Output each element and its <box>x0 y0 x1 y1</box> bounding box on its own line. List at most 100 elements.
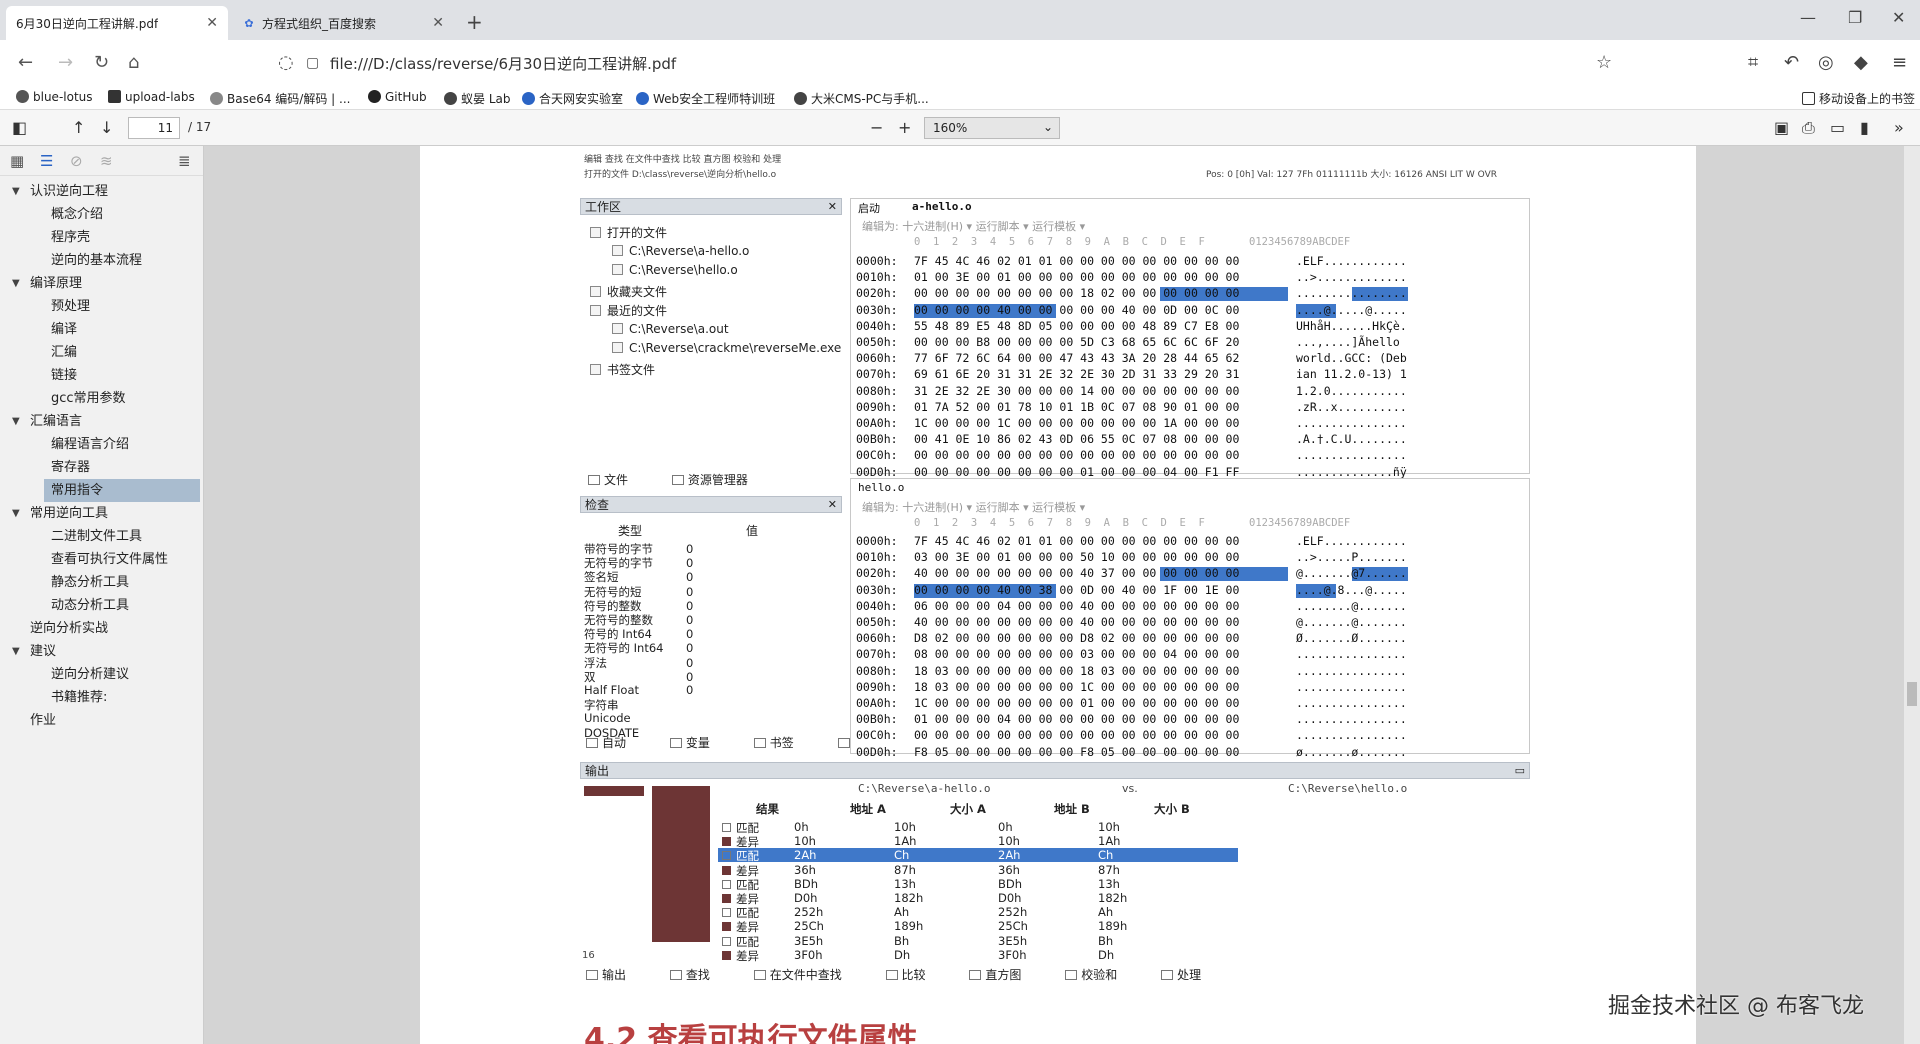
maximize-icon[interactable]: ▭ <box>1515 763 1525 779</box>
back-arrow-icon[interactable]: ← <box>18 52 33 73</box>
hex-row[interactable]: 0090h: 01 7A 52 00 01 78 10 01 1B 0C 07 0… <box>856 400 1407 416</box>
outline-item[interactable]: 程序壳 <box>0 226 204 249</box>
window-close-button[interactable]: ✕ <box>1892 8 1905 27</box>
hex-row[interactable]: 00C0h: 00 00 00 00 00 00 00 00 00 00 00 0… <box>856 728 1407 744</box>
hex-row[interactable]: 0070h: 69 61 6E 20 31 31 2E 32 2E 30 2D 3… <box>856 367 1407 383</box>
outline-item[interactable]: ▼ 建议 <box>0 640 204 663</box>
expand-triangle-icon[interactable]: ▼ <box>12 410 20 433</box>
menu-icon[interactable]: ≡ <box>1892 52 1907 73</box>
workspace-item[interactable]: 最近的文件 <box>590 302 667 319</box>
hex-row[interactable]: 0040h: 55 48 89 E5 48 8D 05 00 00 00 00 4… <box>856 319 1407 335</box>
workspace-item[interactable]: C:\Reverse\hello.o <box>612 263 738 277</box>
previous-page-icon[interactable]: ↑ <box>72 118 85 137</box>
bookmark-blue-lotus[interactable]: blue-lotus <box>16 90 93 104</box>
expand-triangle-icon[interactable]: ▼ <box>12 272 20 295</box>
outline-item[interactable]: ▼ 编译原理 <box>0 272 204 295</box>
tab-pdf[interactable]: 6月30日逆向工程讲解.pdf ✕ <box>6 6 228 40</box>
expand-triangle-icon[interactable]: ▼ <box>12 180 20 203</box>
outline-item[interactable]: 概念介绍 <box>0 203 204 226</box>
workspace-item[interactable]: 打开的文件 <box>590 224 667 241</box>
hex-row[interactable]: 0080h: 18 03 00 00 00 00 00 00 18 03 00 0… <box>856 664 1407 680</box>
bookmark-web-security[interactable]: Web安全工程师特训班 <box>636 90 775 107</box>
close-icon[interactable]: ✕ <box>206 15 218 31</box>
outline-item[interactable]: 作业 <box>0 709 204 732</box>
hex-row[interactable]: 0060h: 77 6F 72 6C 64 00 00 47 43 43 3A 2… <box>856 351 1407 367</box>
tab-histogram[interactable]: 直方图 <box>969 968 1041 982</box>
tab-baidu-search[interactable]: ✿ 方程式组织_百度搜索 ✕ <box>232 6 454 40</box>
forward-arrow-icon[interactable]: → <box>58 52 73 73</box>
inspector-row[interactable]: 双0 <box>584 669 693 684</box>
inspector-row[interactable]: 浮法 0 <box>584 655 693 670</box>
tab-find[interactable]: 查找 <box>669 968 730 982</box>
tab-start[interactable]: 启动 <box>858 200 880 216</box>
inspector-row[interactable]: 签名短 0 <box>584 569 693 584</box>
hex-row[interactable]: 0030h: 00 00 00 00 40 00 38 00 0D 00 40 0… <box>856 583 1407 599</box>
vertical-scrollbar[interactable] <box>1904 146 1920 1044</box>
undo-icon[interactable]: ↶ <box>1784 52 1799 73</box>
tab-bookmarks[interactable]: 书签 <box>753 736 814 750</box>
compare-row[interactable]: 匹配 2Ah Ch 2Ah Ch <box>718 848 1238 863</box>
print-icon[interactable]: ⎙ <box>1802 118 1815 138</box>
layers-icon[interactable]: ≋ <box>100 152 113 170</box>
hex-row[interactable]: 0000h: 7F 45 4C 46 02 01 01 00 00 00 00 0… <box>856 534 1407 550</box>
zoom-in-icon[interactable]: + <box>898 118 911 137</box>
crop-icon[interactable]: ⌗ <box>1748 52 1758 73</box>
zoom-select[interactable]: 160% ⌄ <box>924 117 1060 139</box>
hex-toolbar[interactable]: 编辑为: 十六进制(H) ▾ 运行脚本 ▾ 运行模板 ▾ <box>862 218 1085 234</box>
workspace-item[interactable]: C:\Reverse\crackme\reverseMe.exe <box>612 341 841 355</box>
next-page-icon[interactable]: ↓ <box>100 118 113 137</box>
bookmark-hetian[interactable]: 合天网安实验室 <box>522 90 623 107</box>
compare-row[interactable]: 差异 D0h 182h D0h 182h <box>718 891 1238 906</box>
hex-row[interactable]: 00B0h: 00 41 0E 10 86 02 43 0D 06 55 0C 0… <box>856 432 1407 448</box>
hex-row[interactable]: 0060h: D8 02 00 00 00 00 00 00 D8 02 00 0… <box>856 631 1407 647</box>
outline-item[interactable]: 查看可执行文件属性 <box>0 548 204 571</box>
tab-explorer[interactable]: 资源管理器 <box>671 473 768 487</box>
more-tools-icon[interactable]: » <box>1894 118 1904 137</box>
hex-row[interactable]: 0000h: 7F 45 4C 46 02 01 01 00 00 00 00 0… <box>856 254 1407 270</box>
outline-item[interactable]: gcc常用参数 <box>0 387 204 410</box>
workspace-item[interactable]: C:\Reverse\a-hello.o <box>612 244 749 258</box>
outline-item[interactable]: 逆向分析实战 <box>0 617 204 640</box>
hex-row[interactable]: 00B0h: 01 00 00 00 04 00 00 00 00 00 00 0… <box>856 712 1407 728</box>
compare-row[interactable]: 匹配 252h Ah 252h Ah <box>718 905 1238 920</box>
outline-item[interactable]: ▼ 常用逆向工具 <box>0 502 204 525</box>
thumbnails-icon[interactable]: ▦ <box>10 152 24 170</box>
outline-item[interactable]: ▼ 认识逆向工程 <box>0 180 204 203</box>
attachments-icon[interactable]: ⊘ <box>70 152 83 170</box>
compare-row[interactable]: 匹配 BDh 13h BDh 13h <box>718 877 1238 892</box>
shield-extension-icon[interactable]: ◆ <box>1854 52 1868 73</box>
compare-row[interactable]: 差异 10h 1Ah 10h 1Ah <box>718 834 1238 849</box>
tab-a-hello[interactable]: a-hello.o <box>912 200 972 213</box>
inspector-row[interactable]: 符号的 Int64 0 <box>584 626 693 641</box>
restore-button[interactable]: ❐ <box>1848 8 1862 27</box>
bookmark-github[interactable]: GitHub <box>368 90 427 104</box>
hex-toolbar[interactable]: 编辑为: 十六进制(H) ▾ 运行脚本 ▾ 运行模板 ▾ <box>862 499 1085 515</box>
outline-item[interactable]: 逆向分析建议 <box>0 663 204 686</box>
toggle-sidebar-icon[interactable]: ◧ <box>12 118 27 137</box>
hex-row[interactable]: 0070h: 08 00 00 00 00 00 00 00 03 00 00 0… <box>856 647 1407 663</box>
compare-row[interactable]: 差异 36h 87h 36h 87h <box>718 863 1238 878</box>
inspector-row[interactable]: 带符号的字节 0 <box>584 541 693 556</box>
close-icon[interactable]: ✕ <box>828 497 837 513</box>
hex-row[interactable]: 0040h: 06 00 00 00 04 00 00 00 40 00 00 0… <box>856 599 1407 615</box>
tab-checksum[interactable]: 校验和 <box>1065 968 1137 982</box>
outline-item[interactable]: 静态分析工具 <box>0 571 204 594</box>
inspector-row[interactable]: Unicode <box>584 711 686 725</box>
outline-item[interactable]: 预处理 <box>0 295 204 318</box>
outline-item[interactable]: 动态分析工具 <box>0 594 204 617</box>
hex-row[interactable]: 00A0h: 1C 00 00 00 1C 00 00 00 00 00 00 0… <box>856 416 1407 432</box>
inspector-row[interactable]: 字符串 <box>584 697 686 712</box>
outline-item[interactable]: 常用指令 <box>44 479 200 502</box>
tab-process[interactable]: 处理 <box>1161 968 1221 982</box>
tab-auto[interactable]: 自动 <box>586 736 646 750</box>
hex-row[interactable]: 0050h: 40 00 00 00 00 00 00 00 40 00 00 0… <box>856 615 1407 631</box>
expand-triangle-icon[interactable]: ▼ <box>12 502 20 525</box>
minimize-button[interactable]: — <box>1800 8 1816 27</box>
inspector-row[interactable]: Half Float 0 <box>584 683 693 697</box>
compare-row[interactable]: 差异 3F0h Dh 3F0h Dh <box>718 948 1238 963</box>
reload-icon[interactable]: ↻ <box>94 52 109 73</box>
page-info-icon[interactable]: ▢ <box>306 55 319 71</box>
outline-item[interactable]: ▼ 汇编语言 <box>0 410 204 433</box>
outline-item[interactable]: 汇编 <box>0 341 204 364</box>
tab-find-in-files[interactable]: 在文件中查找 <box>753 968 862 982</box>
